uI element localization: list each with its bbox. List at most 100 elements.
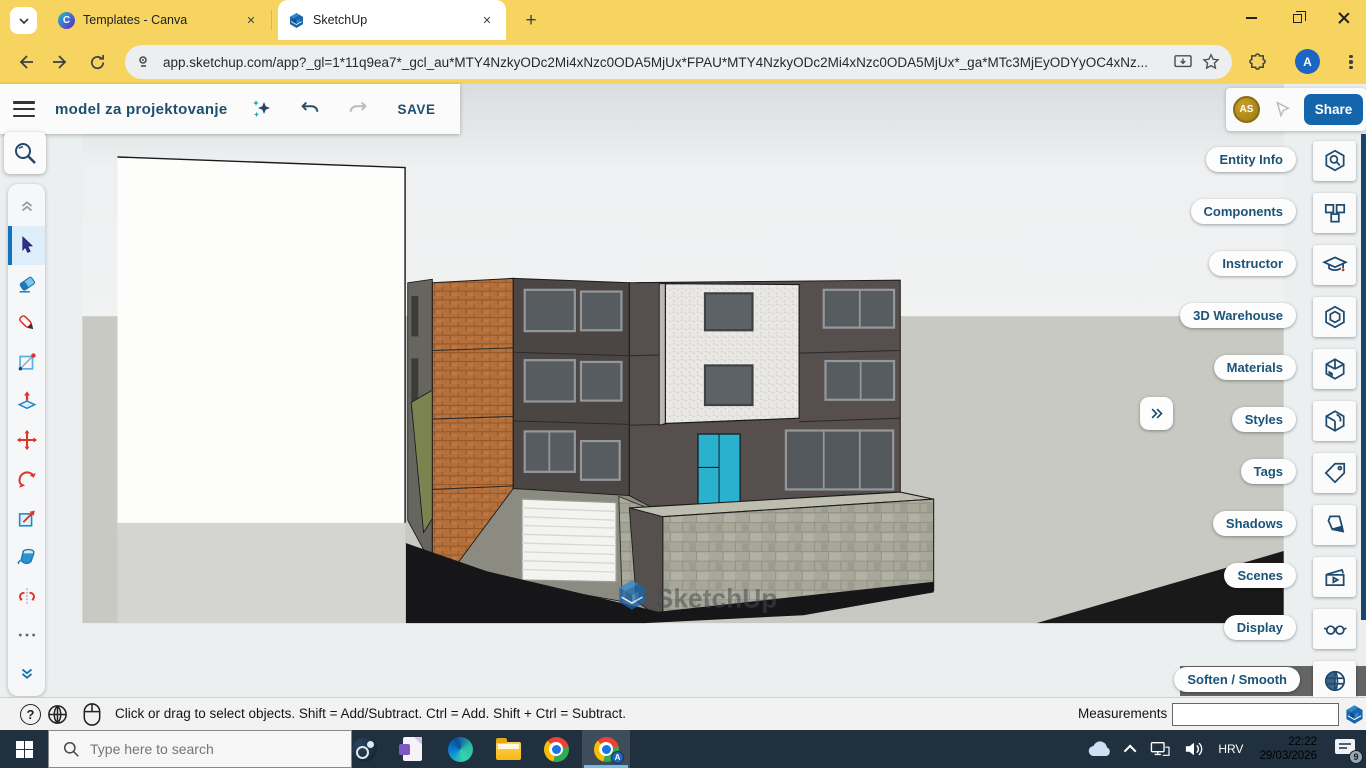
move-tool[interactable] bbox=[8, 421, 45, 460]
entity-info-icon bbox=[1322, 148, 1348, 174]
panel-button-soften-smooth[interactable] bbox=[1313, 661, 1356, 701]
panel-row-3d-warehouse: 3D Warehouse bbox=[900, 297, 1366, 337]
flip-tool[interactable] bbox=[8, 576, 45, 615]
paint-bucket-tool[interactable] bbox=[8, 537, 45, 576]
building-door[interactable] bbox=[698, 434, 740, 504]
panel-button-3d-warehouse[interactable] bbox=[1313, 297, 1356, 337]
browser-tabstrip: C Templates - Canva ✕ SketchUp ✕ + bbox=[0, 0, 1366, 40]
select-tool[interactable] bbox=[8, 226, 45, 265]
status-hint-text: Click or drag to select objects. Shift =… bbox=[115, 706, 626, 721]
materials-icon bbox=[1322, 356, 1348, 382]
user-avatar[interactable]: AS bbox=[1233, 96, 1260, 123]
expand-tools-button[interactable] bbox=[8, 654, 45, 693]
sparkles-icon bbox=[250, 97, 274, 121]
globe-icon bbox=[46, 703, 69, 726]
language-indicator[interactable]: HRV bbox=[1211, 730, 1250, 768]
document-title[interactable]: model za projektovanje bbox=[55, 101, 227, 118]
url-bar[interactable]: app.sketchup.com/app?_gl=1*11q9ea7*_gcl_… bbox=[125, 45, 1232, 79]
panel-button-entity-info[interactable] bbox=[1313, 141, 1356, 181]
more-tools-button[interactable] bbox=[8, 615, 45, 654]
restore-icon bbox=[1293, 14, 1302, 23]
taskbar-search[interactable] bbox=[48, 730, 352, 768]
taskbar-search-input[interactable] bbox=[90, 741, 330, 757]
notification-badge: 9 bbox=[1349, 750, 1363, 764]
model-white-plane[interactable] bbox=[117, 157, 405, 623]
install-app-icon[interactable] bbox=[1174, 54, 1192, 70]
panel-label-instructor: Instructor bbox=[1209, 251, 1296, 276]
taskbar-chrome-active[interactable]: A bbox=[582, 730, 630, 768]
window-restore-button[interactable] bbox=[1274, 0, 1320, 36]
network-icon bbox=[1150, 740, 1170, 758]
taskbar-chrome[interactable] bbox=[532, 730, 580, 768]
panel-button-styles[interactable] bbox=[1313, 401, 1356, 441]
clock-date: 29/03/2026 bbox=[1259, 749, 1317, 763]
tray-expand-button[interactable] bbox=[1120, 730, 1143, 768]
browser-profile-avatar[interactable]: A bbox=[1295, 49, 1320, 74]
tab-close-button[interactable]: ✕ bbox=[478, 11, 496, 29]
measurements-input[interactable] bbox=[1172, 703, 1339, 726]
language-button[interactable] bbox=[45, 702, 70, 727]
share-button[interactable]: Share bbox=[1304, 94, 1363, 125]
model-building[interactable] bbox=[408, 278, 934, 620]
page-scrollbar[interactable] bbox=[1361, 134, 1366, 620]
panel-button-instructor[interactable] bbox=[1313, 245, 1356, 285]
taskbar-clock[interactable]: 22:22 29/03/2026 bbox=[1250, 735, 1326, 763]
panel-button-display[interactable] bbox=[1313, 609, 1356, 649]
rectangle-tool[interactable] bbox=[8, 343, 45, 382]
window-controls bbox=[1228, 0, 1366, 40]
panel-button-tags[interactable] bbox=[1313, 453, 1356, 493]
bookmark-star-icon[interactable] bbox=[1202, 53, 1220, 71]
forward-button[interactable] bbox=[48, 49, 74, 75]
instructor-icon bbox=[1322, 252, 1348, 278]
tab-canva[interactable]: C Templates - Canva ✕ bbox=[48, 0, 270, 40]
tab-label: Templates - Canva bbox=[83, 13, 234, 27]
file-explorer-icon bbox=[496, 742, 521, 760]
window-close-button[interactable] bbox=[1320, 0, 1366, 36]
window-minimize-button[interactable] bbox=[1228, 0, 1274, 36]
url-text: app.sketchup.com/app?_gl=1*11q9ea7*_gcl_… bbox=[163, 55, 1164, 70]
scale-tool[interactable] bbox=[8, 498, 45, 537]
rotate-icon bbox=[16, 468, 38, 490]
rotate-tool[interactable] bbox=[8, 459, 45, 498]
browser-menu-button[interactable] bbox=[1341, 51, 1361, 73]
building-garage-door[interactable] bbox=[522, 499, 616, 582]
taskbar-edge[interactable] bbox=[436, 730, 484, 768]
panel-button-scenes[interactable] bbox=[1313, 557, 1356, 597]
extensions-button[interactable] bbox=[1244, 49, 1270, 75]
taskbar-steam[interactable] bbox=[340, 730, 388, 768]
panel-row-entity-info: Entity Info bbox=[900, 141, 1366, 181]
zoom-tool-button[interactable] bbox=[4, 132, 46, 174]
save-button[interactable]: SAVE bbox=[397, 102, 435, 117]
panel-button-components[interactable] bbox=[1313, 193, 1356, 233]
taskbar-document-app[interactable] bbox=[388, 730, 436, 768]
eraser-tool[interactable] bbox=[8, 265, 45, 304]
puzzle-icon bbox=[1248, 53, 1267, 72]
undo-button[interactable] bbox=[297, 96, 323, 122]
main-menu-button[interactable] bbox=[13, 101, 35, 117]
panel-button-shadows[interactable] bbox=[1313, 505, 1356, 545]
volume-tray-icon[interactable] bbox=[1177, 730, 1211, 768]
tab-search-button[interactable] bbox=[10, 7, 37, 34]
back-button[interactable] bbox=[12, 49, 38, 75]
collapse-tools-button[interactable] bbox=[8, 187, 45, 226]
tab-sketchup[interactable]: SketchUp ✕ bbox=[278, 0, 506, 40]
building-windows-sw bbox=[525, 290, 622, 480]
tab-close-button[interactable]: ✕ bbox=[242, 11, 260, 29]
new-tab-button[interactable]: + bbox=[518, 8, 544, 34]
action-center-button[interactable]: 9 bbox=[1326, 730, 1366, 768]
network-tray-icon[interactable] bbox=[1143, 730, 1177, 768]
redo-button[interactable] bbox=[345, 96, 371, 122]
help-button[interactable]: ? bbox=[18, 702, 43, 727]
panel-row-styles: Styles bbox=[900, 401, 1366, 441]
expand-panels-button[interactable] bbox=[1140, 397, 1173, 430]
ai-assistant-button[interactable] bbox=[249, 96, 275, 122]
push-pull-tool[interactable] bbox=[8, 382, 45, 421]
move-icon bbox=[16, 429, 38, 451]
reload-button[interactable] bbox=[84, 49, 110, 75]
forward-icon bbox=[52, 53, 70, 71]
onedrive-tray-icon[interactable] bbox=[1080, 730, 1120, 768]
start-button[interactable] bbox=[0, 730, 48, 768]
line-tool[interactable] bbox=[8, 304, 45, 343]
panel-button-materials[interactable] bbox=[1313, 349, 1356, 389]
taskbar-file-explorer[interactable] bbox=[484, 730, 532, 768]
